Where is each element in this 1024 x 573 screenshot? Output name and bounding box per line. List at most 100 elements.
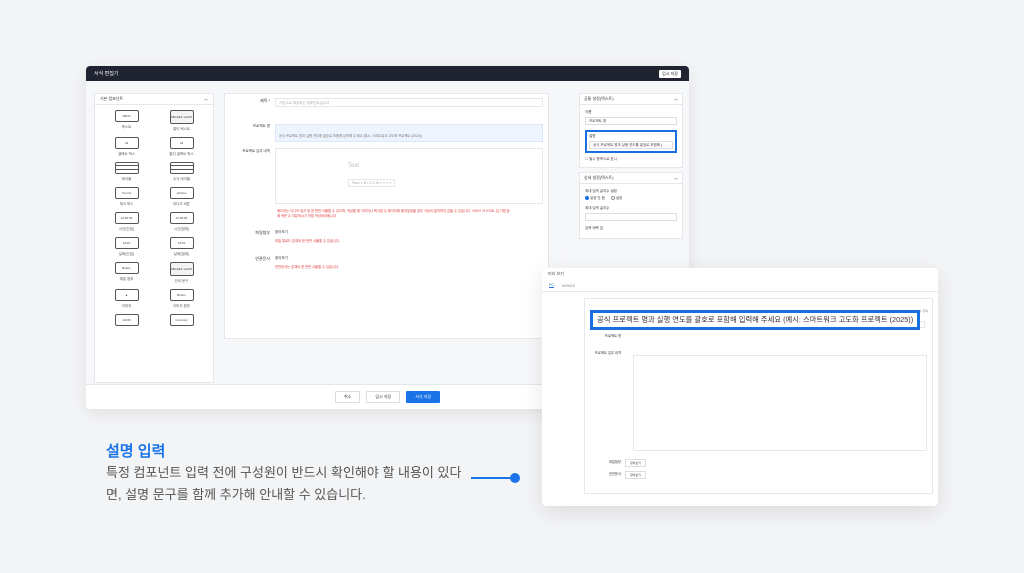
file-row: 파일첨부 찾아보기 파일 업로드 존재되 한 번만 서불할 수 있습니다. bbox=[225, 230, 548, 243]
temp-save-button[interactable]: 임시 저장 bbox=[659, 69, 681, 78]
connector-dot bbox=[510, 473, 520, 483]
component-icon: Button bbox=[114, 262, 139, 274]
subject-row: 제목 * 기본으로 제공되는 컴포넌트입니다 bbox=[225, 98, 548, 107]
component-item[interactable]: 12:00:00 시간(범위) bbox=[154, 212, 209, 232]
window-titlebar: 서식 편집기 임시 저장 bbox=[86, 66, 689, 81]
radio-set[interactable]: 설정 bbox=[610, 196, 623, 201]
component-item[interactable]: 수식 테이블 bbox=[154, 162, 209, 182]
component-icon: 12:00:00 bbox=[114, 212, 139, 224]
preview-file-browse[interactable]: 찾아보기 bbox=[625, 459, 647, 467]
radio-set-label: 설정 bbox=[615, 196, 623, 200]
component-label: 체크 박스 bbox=[119, 202, 134, 206]
component-label: 안내 문구 bbox=[174, 279, 189, 283]
component-label: 멀티 텍스트 bbox=[172, 127, 191, 131]
component-grid: ABCD 텍스트 ABCDEF GHIJK 멀티 텍스트 All 셀렉트 박스 All 멀티 … bbox=[95, 105, 213, 334]
component-item[interactable]: all Dive 라디오 버튼 bbox=[154, 187, 209, 207]
component-icon: ▲ bbox=[114, 289, 139, 301]
project-name-field[interactable]: 공식 프로젝트 명과 실행 연도를 괄호로 포함해 입력해 주세요 (예시: 스… bbox=[275, 124, 543, 142]
component-icon: all Dive bbox=[169, 187, 194, 199]
component-item[interactable]: Currency bbox=[154, 314, 209, 329]
component-item[interactable]: ABCD 텍스트 bbox=[99, 110, 154, 132]
component-icon: Button bbox=[169, 289, 194, 301]
component-panel-title: 기본 컴포넌트 bbox=[100, 96, 124, 101]
description-label: 설명 bbox=[589, 134, 596, 138]
project-name-label: 프로젝트 명 bbox=[252, 124, 270, 128]
description-input[interactable]: 공식 프로젝트 명과 실행 연도를 괄호로 포함해 ( bbox=[589, 141, 673, 149]
max-length-label: 최대 입력 글자수 설정 bbox=[585, 189, 617, 193]
save-form-button[interactable]: 서식 저장 bbox=[406, 391, 441, 403]
preview-description-highlight: 공식 프로젝트 명과 실행 연도를 괄호로 포함해 입력해 주세요 (예시: 스… bbox=[590, 310, 921, 330]
radio-none[interactable]: 설정 안 함 bbox=[585, 196, 605, 201]
component-label: 파일 첨부 bbox=[119, 277, 134, 281]
related-browse-link[interactable]: 찾아보기 bbox=[275, 256, 339, 261]
rich-text-editor[interactable]: Text Para ∨ B I U S ⊞ ≡ ≡ ≡ ≡ bbox=[275, 148, 543, 204]
common-settings-title: 공통 설정(텍스트) bbox=[584, 96, 614, 101]
preview-related-label: 연관문서 bbox=[608, 472, 621, 476]
window-title: 서식 편집기 bbox=[94, 71, 119, 77]
chevron-up-icon[interactable]: ︿ bbox=[674, 96, 678, 102]
component-item[interactable]: ABCDEF GHIJK 안내 문구 bbox=[154, 262, 209, 284]
component-label: 날짜(단일) bbox=[118, 252, 135, 256]
subject-input[interactable]: 기본으로 제공되는 컴포넌트입니다 bbox=[275, 98, 543, 107]
file-browse-link[interactable]: 찾아보기 bbox=[275, 230, 340, 235]
component-item[interactable]: 12/31 날짜(단일) bbox=[99, 237, 154, 257]
component-item[interactable]: Yes No 체크 박스 bbox=[99, 187, 154, 207]
preview-file-row: 파일첨부 찾아보기 bbox=[585, 459, 932, 467]
common-settings-header[interactable]: 공통 설정(텍스트) ︿ bbox=[580, 94, 682, 105]
project-detail-label: 프로젝트 입무 내역 bbox=[242, 149, 270, 153]
component-label: 멀티 셀렉트 박스 bbox=[169, 152, 194, 156]
preview-editor[interactable] bbox=[633, 355, 927, 451]
component-icon bbox=[169, 162, 194, 174]
preview-related-row: 연관문서 찾아보기 bbox=[585, 471, 932, 479]
chevron-up-icon[interactable]: ︿ bbox=[674, 175, 678, 181]
preview-detail-label: 프로젝트 입무 내역 bbox=[594, 351, 621, 355]
component-icon: 12/31 bbox=[169, 237, 194, 249]
chevron-up-icon[interactable]: ︿ bbox=[204, 96, 208, 102]
project-name-row[interactable]: 프로젝트 명 공식 프로젝트 명과 실행 연도를 괄호로 포함해 입력해 주세요… bbox=[225, 124, 548, 142]
file-hint: 파일 업로드 존재되 한 번만 서불할 수 있습니다. bbox=[275, 239, 340, 243]
component-label: 날짜(범위) bbox=[173, 252, 190, 256]
required-checkbox[interactable]: ☐ 필수 항목으로 표시 bbox=[585, 157, 677, 162]
component-item[interactable]: All 멀티 셀렉트 박스 bbox=[154, 137, 209, 157]
component-item[interactable]: 12/31 날짜(범위) bbox=[154, 237, 209, 257]
radio-checked-icon bbox=[585, 196, 589, 201]
tab-pc[interactable]: PC bbox=[549, 283, 554, 288]
preview-tabs: PC MOBILE bbox=[542, 280, 938, 292]
description-highlight: 설명 공식 프로젝트 명과 실행 연도를 괄호로 포함해 ( bbox=[585, 130, 677, 153]
component-icon: ABCDEF GHIJK bbox=[169, 110, 194, 124]
max-length-options: 설정 안 함 설정 bbox=[585, 196, 677, 201]
name-label: 이름 bbox=[585, 110, 592, 114]
max-length-input[interactable] bbox=[585, 213, 677, 221]
component-item[interactable]: 12:00:00 시간(단일) bbox=[99, 212, 154, 232]
component-item[interactable]: 테이블 bbox=[99, 162, 154, 182]
component-item[interactable]: ABCDEF GHIJK 멀티 텍스트 bbox=[154, 110, 209, 132]
preview-popup: 미리 보기 PC MOBILE * 필수 항목 제목 제목을 입력해주세요 프로… bbox=[542, 268, 938, 506]
name-input[interactable]: 프로젝트 명 bbox=[585, 117, 677, 125]
tab-mobile[interactable]: MOBILE bbox=[562, 284, 575, 288]
connector-line bbox=[471, 477, 511, 479]
detail-settings: 상세 설정(텍스트) ︿ 최대 입력 글자수 설정 설정 안 함 설정 최대 입… bbox=[579, 172, 683, 239]
component-item[interactable]: All 셀렉트 박스 bbox=[99, 137, 154, 157]
preview-project-row: 프로젝트 명 bbox=[585, 333, 932, 338]
editor-hint: 메디어는 이니어 정서 및 한 번만 서불할 수 있으며, 작성할 때 이미지나… bbox=[277, 208, 542, 218]
cancel-button[interactable]: 취소 bbox=[334, 391, 361, 403]
radio-none-label: 설정 안 함 bbox=[590, 196, 605, 200]
temp-save-footer-button[interactable]: 임시 저장 bbox=[366, 391, 401, 403]
editor-toolbar[interactable]: Para ∨ B I U S ⊞ ≡ ≡ ≡ ≡ bbox=[348, 179, 395, 187]
editor-placeholder: Text bbox=[348, 163, 360, 169]
component-icon: 12345 bbox=[114, 314, 139, 326]
component-icon: All bbox=[169, 137, 194, 149]
preview-related-browse[interactable]: 찾아보기 bbox=[625, 471, 647, 479]
component-label: 시간(단일) bbox=[118, 227, 135, 231]
component-icon bbox=[114, 162, 139, 174]
component-item[interactable]: Button 이미지 첨부 bbox=[154, 289, 209, 309]
common-settings: 공통 설정(텍스트) ︿ 이름 프로젝트 명 설명 공식 프로젝트 명과 실행 … bbox=[579, 93, 683, 168]
project-name-hint: 공식 프로젝트 명과 실행 연도를 괄호로 포함해 입력해 주세요 (예시: 스… bbox=[279, 134, 422, 138]
max-length-value-label: 최대 입력 글자수 bbox=[585, 206, 610, 210]
component-label: 텍스트 bbox=[121, 125, 132, 129]
component-panel-header[interactable]: 기본 컴포넌트 ︿ bbox=[95, 94, 213, 105]
component-item[interactable]: 12345 bbox=[99, 314, 154, 329]
detail-settings-header[interactable]: 상세 설정(텍스트) ︿ bbox=[580, 173, 682, 184]
component-item[interactable]: Button 파일 첨부 bbox=[99, 262, 154, 284]
component-item[interactable]: ▲ 이미지 bbox=[99, 289, 154, 309]
